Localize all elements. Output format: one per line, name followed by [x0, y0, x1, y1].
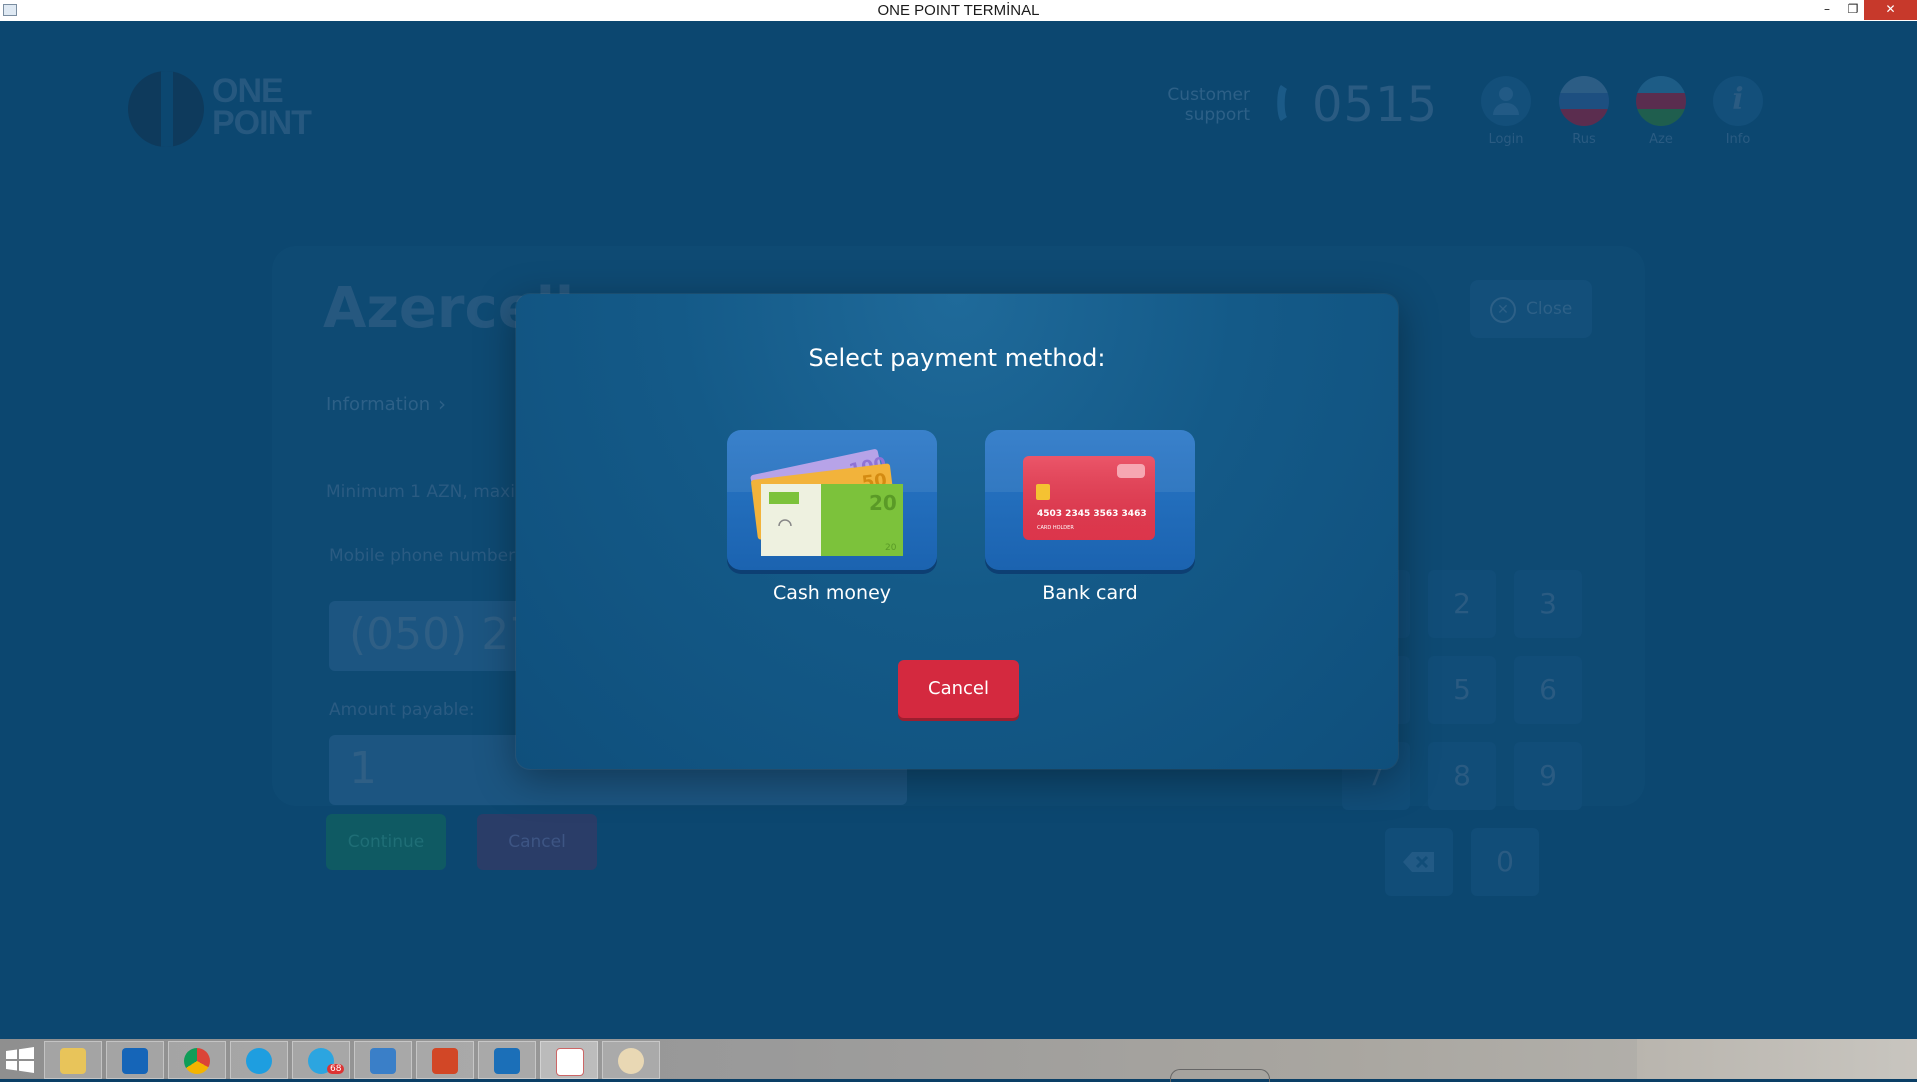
window-titlebar: ONE POINT TERMİNAL – ❐ ✕	[0, 0, 1917, 22]
skype-icon	[246, 1048, 272, 1074]
info-icon: i	[1713, 76, 1763, 126]
windows-start-icon[interactable]	[5, 1047, 35, 1073]
keypad-key-6[interactable]: 6	[1514, 656, 1582, 724]
keypad-key-2[interactable]: 2	[1428, 570, 1496, 638]
cash-money-icon: 100 50 20 20	[750, 449, 903, 556]
azerbaijan-flag-icon	[1636, 76, 1686, 126]
paint-palette-icon	[618, 1048, 644, 1074]
taskbar-notification-area	[1637, 1039, 1917, 1079]
taskbar-file-explorer[interactable]	[44, 1041, 102, 1079]
keypad-key-0[interactable]: 0	[1471, 828, 1539, 896]
keypad-key-3[interactable]: 3	[1514, 570, 1582, 638]
close-form-button[interactable]: ✕ Close	[1470, 280, 1592, 338]
breadcrumb-information[interactable]: Information	[326, 394, 430, 415]
logo-text-one: ONE	[212, 72, 284, 110]
java-icon	[556, 1048, 584, 1076]
windows-taskbar: 68	[0, 1039, 1917, 1082]
telegram-unread-badge: 68	[327, 1064, 345, 1074]
support-line-1: Customer	[1167, 85, 1250, 105]
taskbar-chrome[interactable]	[168, 1041, 226, 1079]
taskbar-tool-app[interactable]	[354, 1041, 412, 1079]
customer-support-label: Customer support	[1140, 85, 1250, 125]
close-label: Close	[1526, 299, 1573, 319]
rus-label: Rus	[1572, 132, 1596, 147]
tools-icon	[370, 1048, 396, 1074]
russia-flag-icon	[1559, 76, 1609, 126]
russian-language-button[interactable]: Rus	[1554, 76, 1614, 147]
chrome-icon	[184, 1048, 210, 1074]
outlook-icon	[122, 1048, 148, 1074]
support-line-2: support	[1184, 105, 1250, 125]
dialog-title: Select payment method:	[808, 344, 1106, 372]
continue-button[interactable]: Continue	[326, 814, 446, 870]
office-icon	[432, 1048, 458, 1074]
keypad-backspace-button[interactable]	[1385, 828, 1453, 896]
file-explorer-icon	[60, 1048, 86, 1074]
banknote-20: 20	[869, 491, 897, 515]
bank-card-icon: 4503 2345 3563 3463 CARD HOLDER	[1023, 456, 1155, 540]
cash-money-option[interactable]: 100 50 20 20	[727, 430, 937, 570]
close-icon: ✕	[1490, 297, 1516, 323]
backspace-icon	[1403, 852, 1434, 872]
taskbar-outlook[interactable]	[106, 1041, 164, 1079]
logo-text-point: POINT	[212, 104, 312, 142]
window-title: ONE POINT TERMİNAL	[877, 2, 1040, 19]
azerbaijani-language-button[interactable]: Aze	[1631, 76, 1691, 147]
keypad-key-5[interactable]: 5	[1428, 656, 1496, 724]
cash-money-label: Cash money	[773, 582, 891, 604]
amount-field-label: Amount payable:	[329, 700, 475, 720]
login-label: Login	[1488, 132, 1524, 147]
taskbar-office-app[interactable]	[416, 1041, 474, 1079]
bank-card-option[interactable]: 4503 2345 3563 3463 CARD HOLDER	[985, 430, 1195, 570]
bank-card-label: Bank card	[1042, 582, 1138, 604]
dialog-cancel-button[interactable]: Cancel	[898, 660, 1019, 718]
keypad-key-8[interactable]: 8	[1428, 742, 1496, 810]
close-window-button[interactable]: ✕	[1864, 0, 1917, 20]
phone-field-label: Mobile phone number	[329, 546, 516, 566]
taskbar-skype[interactable]	[230, 1041, 288, 1079]
keypad-key-9[interactable]: 9	[1514, 742, 1582, 810]
info-label: Info	[1725, 132, 1751, 147]
support-phone-number: 0515	[1312, 77, 1439, 133]
taskbar-paint-app[interactable]	[602, 1041, 660, 1079]
jetbrains-icon	[494, 1048, 520, 1074]
info-button[interactable]: i Info	[1708, 76, 1768, 147]
aze-label: Aze	[1649, 132, 1673, 147]
taskbar-jetbrains-app[interactable]	[478, 1041, 536, 1079]
taskbar-java-app[interactable]	[540, 1041, 598, 1079]
form-cancel-button[interactable]: Cancel	[477, 814, 597, 870]
logo-mark-icon	[128, 71, 204, 147]
banknote-20-small: 20	[885, 543, 897, 553]
taskbar-telegram[interactable]: 68	[292, 1041, 350, 1079]
phone-icon	[1277, 85, 1287, 121]
chevron-right-icon: ›	[438, 392, 446, 416]
taskbar-decoration	[1170, 1069, 1270, 1082]
payment-method-dialog: Select payment method: 100 50 20 20 Cash…	[516, 294, 1398, 769]
login-button[interactable]: Login	[1476, 76, 1536, 147]
card-number-text: 4503 2345 3563 3463	[1037, 509, 1147, 519]
card-holder-text: CARD HOLDER	[1037, 525, 1074, 531]
user-icon	[1481, 76, 1531, 126]
amount-value: 1	[349, 743, 377, 794]
phone-number-value: (050) 27	[349, 609, 538, 660]
